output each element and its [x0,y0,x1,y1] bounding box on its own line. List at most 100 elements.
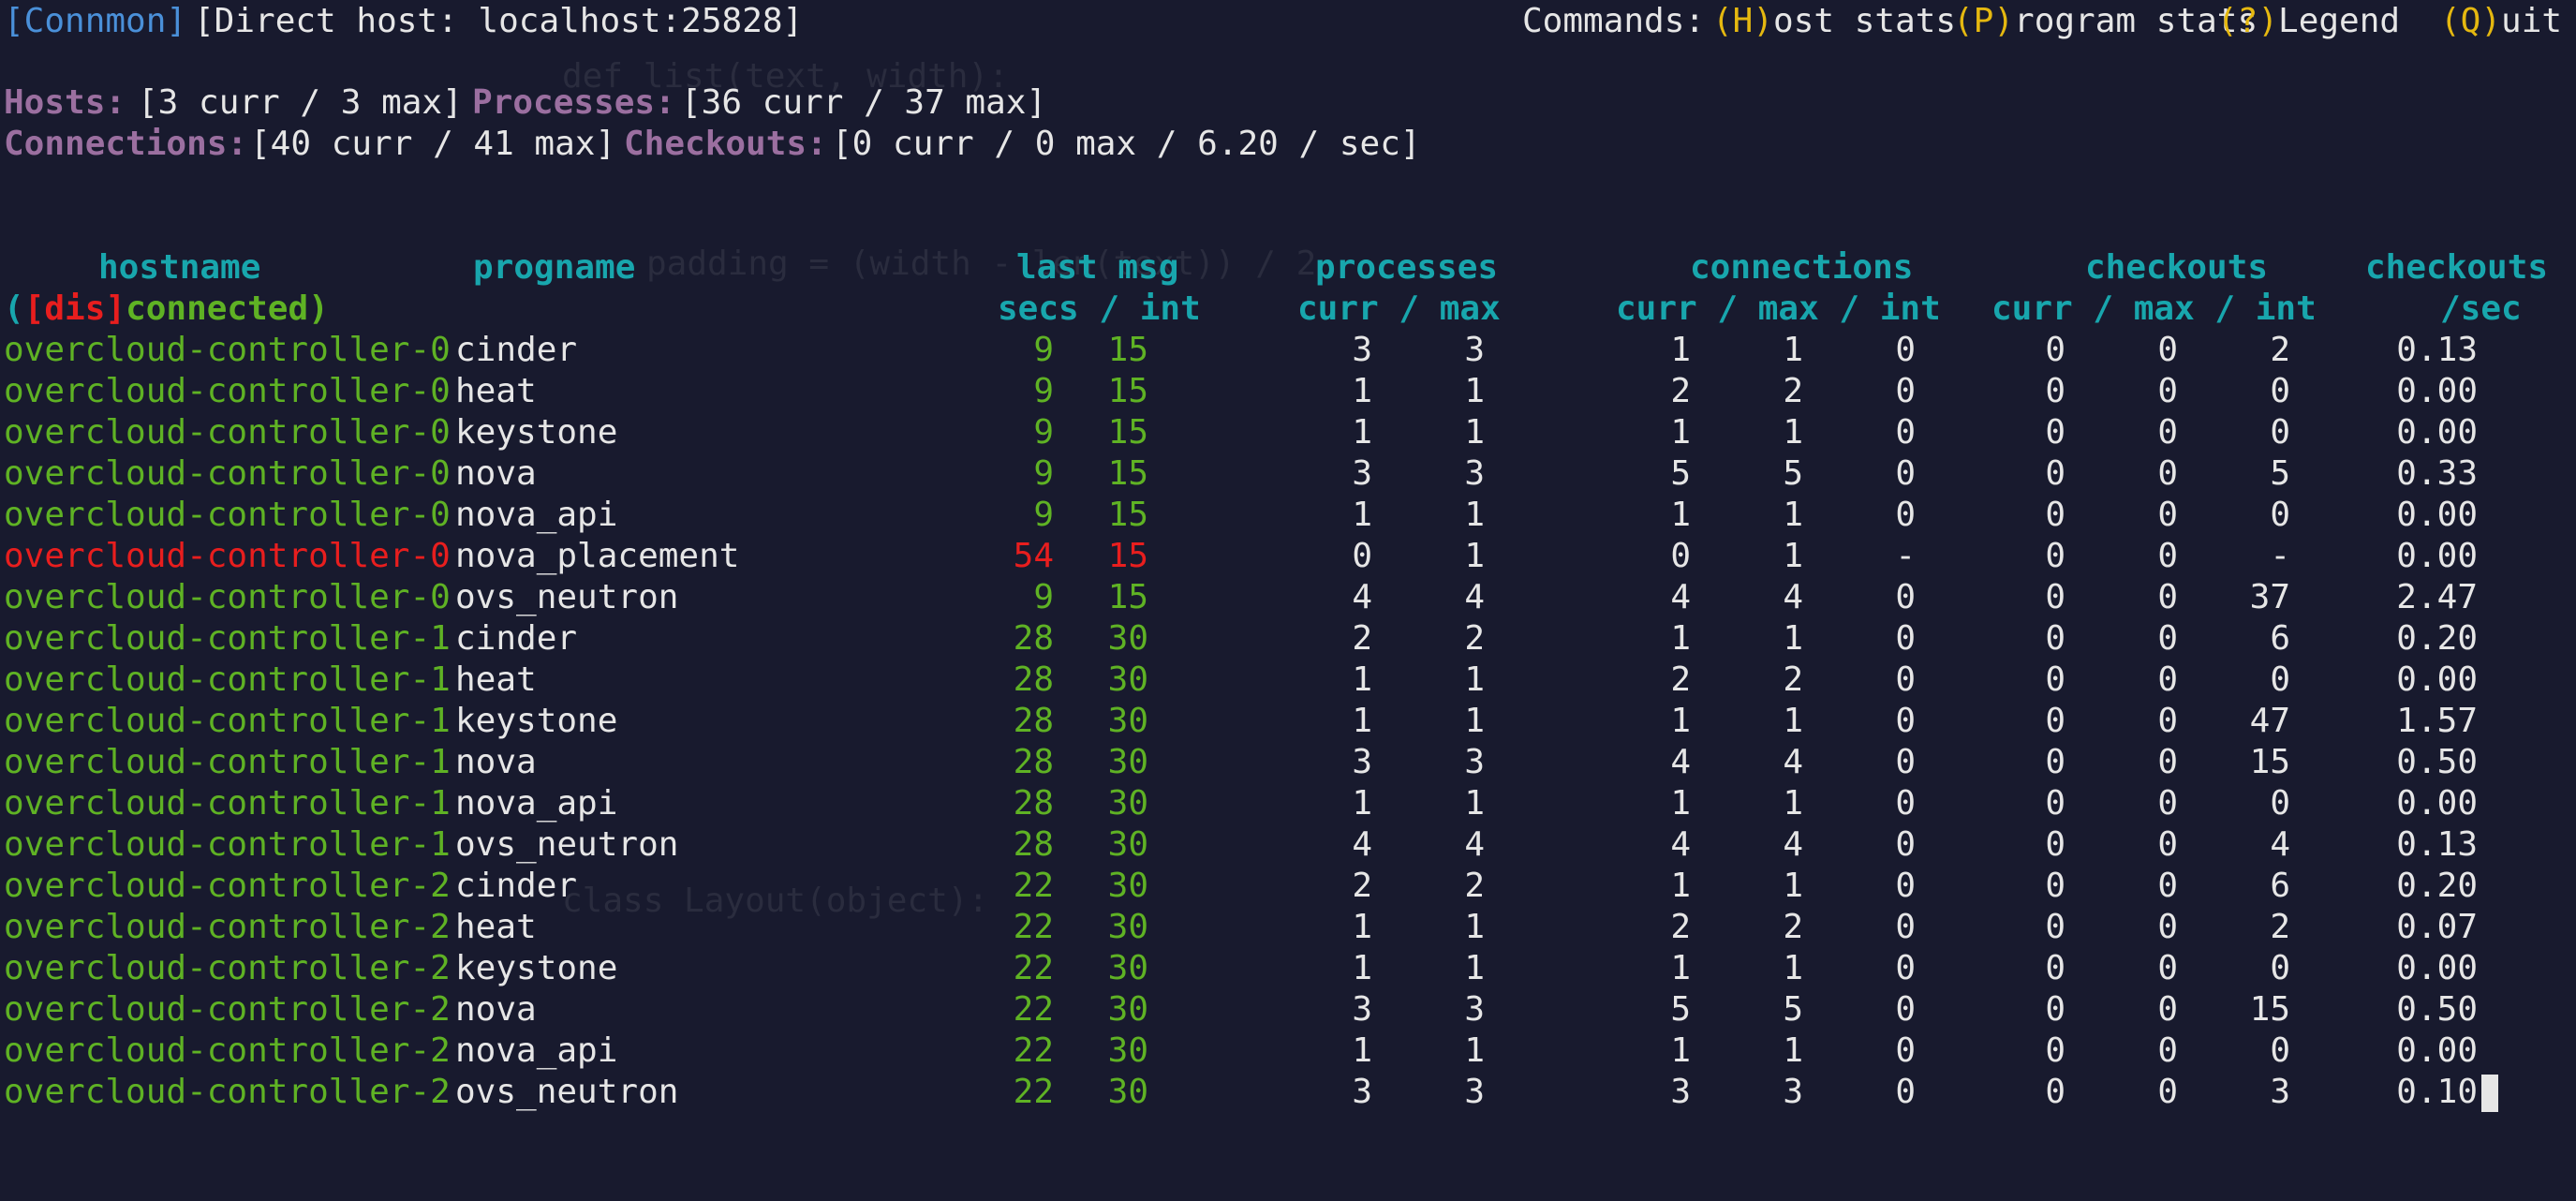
row-conn-max: 5 [1783,454,1803,493]
row-last-msg-int: 15 [1107,537,1148,575]
commands-label: Commands: [1522,2,1706,40]
row-conn-int: 0 [1895,908,1916,946]
row-proc-max: 1 [1464,949,1485,987]
row-chk-rate: 0.33 [2396,454,2478,493]
row-chk-max: 0 [2157,372,2178,410]
row-progname: ovs_neutron [455,578,679,616]
row-proc-curr: 3 [1352,990,1372,1029]
row-chk-curr: 0 [2045,578,2065,616]
row-proc-max: 2 [1464,867,1485,905]
row-last-msg-int: 30 [1107,908,1148,946]
header-hostname: hostname [98,248,261,287]
row-chk-curr: 0 [2045,1073,2065,1111]
header-last-msg: last msg [1016,248,1179,287]
row-last-msg-int: 15 [1107,454,1148,493]
row-chk-rate: 0.20 [2396,619,2478,658]
row-chk-rate: 0.13 [2396,331,2478,369]
row-conn-int: 0 [1895,413,1916,452]
row-conn-curr: 1 [1670,331,1691,369]
row-conn-curr: 1 [1670,413,1691,452]
row-chk-int: 47 [2249,702,2290,740]
row-conn-curr: 0 [1670,537,1691,575]
row-proc-max: 3 [1464,331,1485,369]
row-progname: nova [455,743,537,781]
row-last-msg-secs: 9 [1033,496,1054,534]
table-row: overcloud-controller-0 heat 9 15 1 1 2 2 0 0 0 0 0.0… [0,371,2576,412]
row-chk-max: 0 [2157,949,2178,987]
table-row: overcloud-controller-1 keystone 28 30 1 1 1 1 0 0… [0,701,2576,742]
row-proc-max: 3 [1464,1073,1485,1111]
row-conn-int: 0 [1895,1073,1916,1111]
row-chk-curr: 0 [2045,660,2065,699]
row-last-msg-int: 30 [1107,619,1148,658]
row-chk-int: 0 [2270,413,2290,452]
row-conn-max: 1 [1783,784,1803,823]
row-last-msg-int: 30 [1107,702,1148,740]
row-conn-max: 5 [1783,990,1803,1029]
row-chk-rate: 0.20 [2396,867,2478,905]
row-conn-max: 4 [1783,578,1803,616]
row-conn-curr: 2 [1670,372,1691,410]
row-chk-curr: 0 [2045,331,2065,369]
row-chk-int: - [2270,537,2290,575]
row-chk-curr: 0 [2045,825,2065,864]
row-proc-curr: 4 [1352,825,1372,864]
row-proc-curr: 1 [1352,413,1372,452]
row-last-msg-secs: 22 [1013,908,1054,946]
row-chk-curr: 0 [2045,413,2065,452]
row-chk-int: 6 [2270,619,2290,658]
command-quit[interactable]: (Q)uit [2440,1,2562,42]
row-chk-max: 0 [2157,660,2178,699]
row-chk-curr: 0 [2045,867,2065,905]
row-progname: nova_api [455,784,618,823]
table-row: overcloud-controller-0 nova_api 9 15 1 1 1 1 0 0 0… [0,495,2576,536]
row-proc-max: 1 [1464,702,1485,740]
row-last-msg-secs: 9 [1033,578,1054,616]
row-conn-max: 2 [1783,908,1803,946]
row-conn-max: 1 [1783,619,1803,658]
row-proc-max: 1 [1464,908,1485,946]
command-program-stats[interactable]: (P)rogram stats [1953,1,2258,42]
row-hostname: overcloud-controller-0 [4,413,451,452]
row-last-msg-int: 15 [1107,372,1148,410]
processes-value: [36 curr / 37 max] [681,83,1047,122]
row-hostname: overcloud-controller-2 [4,1073,451,1111]
row-last-msg-secs: 22 [1013,949,1054,987]
row-proc-curr: 3 [1352,331,1372,369]
row-last-msg-secs: 9 [1033,372,1054,410]
terminal-cursor [2480,1072,2498,1113]
row-last-msg-secs: 28 [1013,825,1054,864]
row-conn-max: 1 [1783,413,1803,452]
row-conn-max: 1 [1783,331,1803,369]
row-conn-max: 1 [1783,1031,1803,1070]
row-chk-rate: 0.50 [2396,990,2478,1029]
row-chk-int: 15 [2249,990,2290,1029]
row-chk-max: 0 [2157,867,2178,905]
row-chk-rate: 0.00 [2396,660,2478,699]
row-progname: ovs_neutron [455,825,679,864]
row-conn-int: 0 [1895,867,1916,905]
row-chk-curr: 0 [2045,743,2065,781]
row-conn-max: 1 [1783,702,1803,740]
row-proc-curr: 1 [1352,660,1372,699]
row-conn-max: 4 [1783,825,1803,864]
table-row: overcloud-controller-1 nova 28 30 3 3 4 4 0 0 0 15 0… [0,742,2576,783]
row-chk-rate: 0.00 [2396,372,2478,410]
row-chk-max: 0 [2157,743,2178,781]
connections-label: Connections: [4,125,248,163]
row-chk-int: 2 [2270,331,2290,369]
row-progname: heat [455,660,537,699]
row-proc-max: 4 [1464,578,1485,616]
row-chk-rate: 0.00 [2396,1031,2478,1070]
row-chk-rate: 1.57 [2396,702,2478,740]
header-progname: progname [473,248,636,287]
command-legend[interactable]: (?)Legend [2217,1,2400,42]
row-last-msg-int: 30 [1107,660,1148,699]
row-chk-max: 0 [2157,702,2178,740]
command-host-stats[interactable]: (H)ost stats [1712,1,1956,42]
row-proc-curr: 3 [1352,1073,1372,1111]
table-row: overcloud-controller-0 keystone 9 15 1 1 1 1 0 0 0… [0,412,2576,453]
row-last-msg-int: 30 [1107,990,1148,1029]
row-conn-curr: 4 [1670,578,1691,616]
row-chk-max: 0 [2157,537,2178,575]
